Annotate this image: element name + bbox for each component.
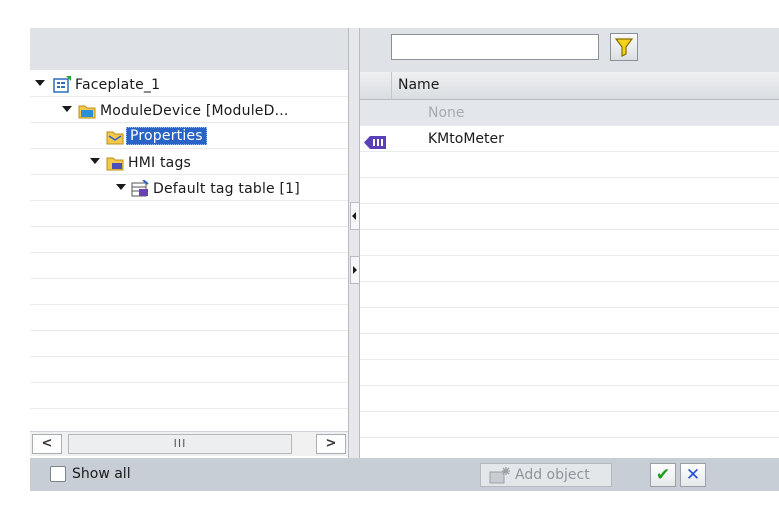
row-divider [360,437,779,438]
tree-item-label: ModuleDevice [ModuleD... [100,103,289,119]
row-divider [360,385,779,386]
expand-arrow-icon[interactable] [35,80,45,86]
row-divider [30,304,348,305]
row-divider [360,359,779,360]
scroll-left-button[interactable]: < [32,434,62,454]
row-divider [360,411,779,412]
object-list-panel: Name None KMtoMeter [360,28,779,458]
expand-arrow-icon[interactable] [90,158,100,164]
arrow-left-icon [352,212,356,220]
tag-table-icon [131,179,149,206]
panel-splitter[interactable] [348,28,360,458]
add-object-button[interactable]: Add object [480,463,612,487]
expand-arrow-icon[interactable] [116,184,126,190]
row-divider [360,229,779,230]
dialog-footer: Show all Add object ✔ ✕ [30,458,779,491]
collapse-left-button[interactable] [350,202,360,230]
row-divider [30,226,348,227]
list-item-label: KMtoMeter [428,131,504,147]
show-all-label[interactable]: Show all [72,458,131,490]
tree-panel: Faceplate_1 ModuleDevice [ModuleD... Pro… [30,28,348,458]
row-divider [360,177,779,178]
check-icon: ✔ [655,465,671,485]
expand-arrow-icon[interactable] [62,106,72,112]
row-divider [360,255,779,256]
ok-button[interactable]: ✔ [650,463,676,487]
row-divider [360,333,779,334]
row-divider [360,125,779,126]
close-icon: ✕ [685,465,701,485]
add-object-label: Add object [515,467,590,483]
tree-item-label-selected: Properties [126,127,207,145]
tree-panel-header [30,28,348,70]
tree-item-label: HMI tags [128,155,192,171]
row-divider [30,252,348,253]
add-object-icon [489,466,511,491]
row-divider [360,307,779,308]
filter-input[interactable] [391,34,599,60]
row-divider [30,382,348,383]
expand-right-button[interactable] [350,256,360,284]
list-column-header[interactable]: Name [360,72,779,100]
name-column-header[interactable]: Name [398,72,439,99]
scroll-thumb-grip: III [173,437,187,450]
arrow-right-icon [353,266,357,274]
row-divider [360,203,779,204]
tree-item-module-device[interactable]: ModuleDevice [ModuleD... [30,98,348,124]
tree-item-default-tag-table[interactable]: Default tag table [1] [30,176,348,202]
show-all-checkbox[interactable] [50,466,66,482]
row-divider [30,330,348,331]
tree-horizontal-scrollbar[interactable]: < III > [30,431,348,456]
tree-item-hmi-tags[interactable]: HMI tags [30,150,348,176]
list-item-kmtometer[interactable]: KMtoMeter [360,126,779,152]
row-divider [30,278,348,279]
filter-button[interactable] [610,33,638,61]
list-toolbar [360,28,779,72]
list-item-label: None [428,105,465,121]
row-divider [30,408,348,409]
scroll-right-button[interactable]: > [316,434,346,454]
select-object-dialog: Faceplate_1 ModuleDevice [ModuleD... Pro… [30,28,779,491]
scroll-thumb[interactable]: III [68,434,292,454]
tree-item-properties[interactable]: Properties [30,124,348,150]
row-divider [30,356,348,357]
tree-item-label: Faceplate_1 [75,77,161,93]
tree-item-label: Default tag table [1] [153,181,300,197]
tree-item-faceplate[interactable]: Faceplate_1 [30,72,348,98]
row-divider [360,151,779,152]
cancel-button[interactable]: ✕ [680,463,706,487]
list-item-none[interactable]: None [360,100,779,126]
tag-icon [364,132,386,158]
row-divider [360,281,779,282]
funnel-icon [614,38,634,57]
column-separator [391,72,392,99]
